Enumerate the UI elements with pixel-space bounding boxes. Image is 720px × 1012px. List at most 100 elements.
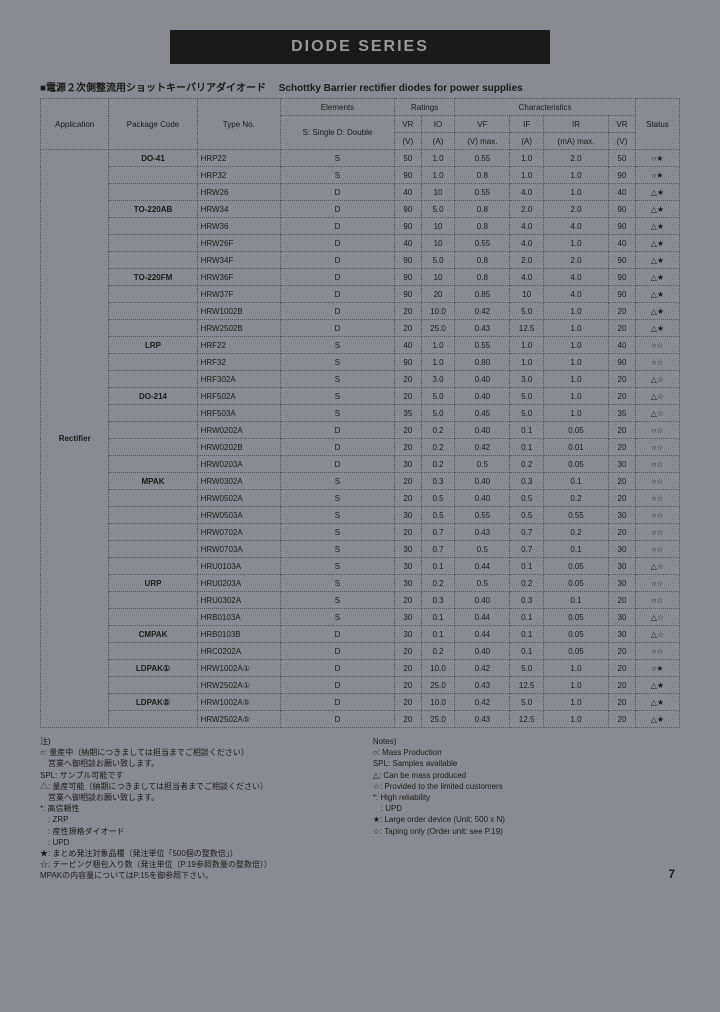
cell-vf: 0.43: [455, 711, 510, 728]
cell-if: 12.5: [510, 320, 543, 337]
cell-vr2: 20: [609, 303, 636, 320]
cell-st: ○☆: [635, 507, 679, 524]
cell-ir: 0.05: [543, 643, 608, 660]
cell-vf: 0.40: [455, 388, 510, 405]
cell-ir: 1.0: [543, 694, 608, 711]
cell-io: 0.1: [421, 609, 454, 626]
cell-vf: 0.85: [455, 286, 510, 303]
cell-vf: 0.43: [455, 677, 510, 694]
cell-ir: 4.0: [543, 286, 608, 303]
cell-st: △★: [635, 303, 679, 320]
cell-vr: 20: [394, 473, 421, 490]
cell-vr2: 20: [609, 473, 636, 490]
cell-io: 25.0: [421, 677, 454, 694]
cell-el: S: [281, 354, 395, 371]
cell-pkg: LDPAK①: [109, 660, 197, 677]
cell-el: S: [281, 592, 395, 609]
cell-ir: 4.0: [543, 218, 608, 235]
cell-if: 5.0: [510, 694, 543, 711]
cell-vr: 40: [394, 337, 421, 354]
cell-ir: 0.01: [543, 439, 608, 456]
cell-vf: 0.40: [455, 371, 510, 388]
th-status: Status: [635, 99, 679, 150]
cell-vr: 20: [394, 371, 421, 388]
th-ratings: Ratings: [394, 99, 454, 116]
cell-type: HRF503A: [197, 405, 280, 422]
table-row: LRPHRF22S401.00.551.01.040○☆: [41, 337, 680, 354]
cell-ir: 1.0: [543, 235, 608, 252]
cell-io: 10.0: [421, 660, 454, 677]
cell-io: 0.1: [421, 626, 454, 643]
th-ir: IR: [543, 116, 608, 133]
cell-el: S: [281, 558, 395, 575]
cell-pkg: [109, 303, 197, 320]
cell-ir: 0.1: [543, 473, 608, 490]
cell-vr: 90: [394, 269, 421, 286]
cell-el: S: [281, 609, 395, 626]
cell-ir: 0.05: [543, 558, 608, 575]
cell-if: 3.0: [510, 371, 543, 388]
table-row: HRW0202BD200.20.420.10.0120○☆: [41, 439, 680, 456]
th-if-unit: (A): [510, 133, 543, 150]
table-row: HRU0302AS200.30.400.30.120○☆: [41, 592, 680, 609]
note-line: ☆: テーピング梱包入り数（発注単位（P.19参照数量の整数倍））: [40, 859, 347, 870]
cell-type: HRW26F: [197, 235, 280, 252]
cell-pkg: [109, 507, 197, 524]
cell-vr: 20: [394, 694, 421, 711]
cell-vr: 30: [394, 575, 421, 592]
cell-io: 0.1: [421, 558, 454, 575]
table-row: HRW36D90100.84.04.090△★: [41, 218, 680, 235]
note-line: SPL: Samples available: [373, 758, 680, 769]
note-line: 営業へ御相談お願い致します。: [40, 792, 347, 803]
cell-type: HRW26: [197, 184, 280, 201]
cell-el: S: [281, 473, 395, 490]
cell-pkg: LDPAK⑤: [109, 694, 197, 711]
cell-st: △★: [635, 235, 679, 252]
cell-vf: 0.55: [455, 150, 510, 167]
cell-vf: 0.40: [455, 592, 510, 609]
table-row: TO-220ABHRW34D905.00.82.02.090△★: [41, 201, 680, 218]
cell-st: △☆: [635, 371, 679, 388]
cell-st: ○☆: [635, 575, 679, 592]
cell-vr2: 20: [609, 660, 636, 677]
cell-ir: 0.05: [543, 626, 608, 643]
th-type: Type No.: [197, 99, 280, 150]
cell-ir: 1.0: [543, 711, 608, 728]
cell-el: S: [281, 524, 395, 541]
cell-io: 3.0: [421, 371, 454, 388]
cell-vr: 90: [394, 286, 421, 303]
th-elements-sub: S: Single D: Double: [281, 116, 395, 150]
cell-io: 5.0: [421, 201, 454, 218]
cell-io: 1.0: [421, 150, 454, 167]
cell-if: 10: [510, 286, 543, 303]
cell-vr: 20: [394, 711, 421, 728]
cell-vr2: 40: [609, 184, 636, 201]
table-row: DO-214HRF502AS205.00.405.01.020△☆: [41, 388, 680, 405]
cell-st: △☆: [635, 626, 679, 643]
cell-if: 1.0: [510, 354, 543, 371]
cell-vr: 20: [394, 439, 421, 456]
cell-ir: 4.0: [543, 269, 608, 286]
cell-vr2: 30: [609, 456, 636, 473]
cell-vr: 20: [394, 422, 421, 439]
cell-ir: 0.05: [543, 456, 608, 473]
cell-vr2: 20: [609, 422, 636, 439]
cell-type: HRW1002A①: [197, 660, 280, 677]
cell-type: HRF302A: [197, 371, 280, 388]
cell-pkg: [109, 643, 197, 660]
cell-vr: 20: [394, 643, 421, 660]
table-row: HRW0202AD200.20.400.10.0520○☆: [41, 422, 680, 439]
cell-pkg: [109, 167, 197, 184]
cell-io: 10: [421, 218, 454, 235]
cell-vr: 20: [394, 320, 421, 337]
cell-el: D: [281, 422, 395, 439]
cell-vr2: 20: [609, 592, 636, 609]
cell-if: 5.0: [510, 660, 543, 677]
app-label-cell: Rectifier: [41, 150, 109, 728]
cell-type: HRW2502A⑤: [197, 711, 280, 728]
th-vr-unit: (V): [394, 133, 421, 150]
cell-vr2: 90: [609, 286, 636, 303]
cell-vr: 20: [394, 677, 421, 694]
table-row: HRW26FD40100.554.01.040△★: [41, 235, 680, 252]
table-row: URPHRU0203AS300.20.50.20.0530○☆: [41, 575, 680, 592]
